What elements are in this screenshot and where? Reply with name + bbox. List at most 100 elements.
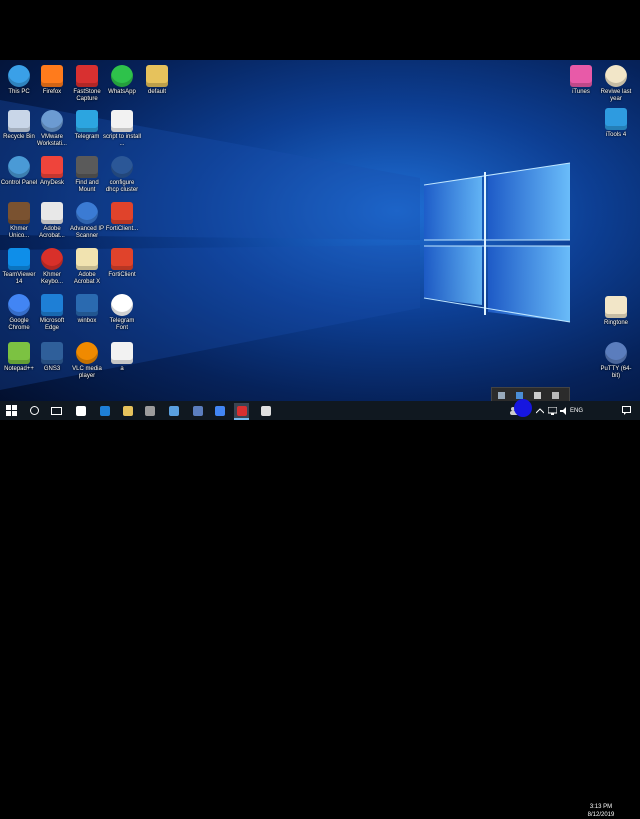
desktop-icon[interactable]: GNS3: [33, 342, 71, 373]
acrobat-x-icon: [76, 248, 98, 270]
taskbar-button[interactable]: [97, 403, 112, 418]
desktop-icon-label: Adobe Acrobat...: [39, 226, 65, 239]
text-file-icon: [111, 110, 133, 132]
pdf-icon: [41, 248, 63, 270]
desktop-icon-label: Find and Mount: [75, 180, 99, 193]
taskbar-button[interactable]: [234, 403, 249, 420]
itunes-icon: [570, 65, 592, 87]
desktop-icon-label: default: [147, 89, 166, 95]
edge-icon: [41, 294, 63, 316]
desktop-icon[interactable]: PuTTY (64-bit): [597, 342, 635, 380]
forticlient-icon: [111, 202, 133, 224]
faststone-capture-icon: [76, 65, 98, 87]
desktop-icon[interactable]: winbox: [68, 294, 106, 325]
desktop-icon[interactable]: VLC media player: [68, 342, 106, 380]
desktop-icon[interactable]: Telegram: [68, 110, 106, 141]
recycle-bin-icon: [8, 110, 30, 132]
khmer-unicode-icon: [8, 202, 30, 224]
desktop-icon[interactable]: FortiClient...: [103, 202, 141, 233]
desktop-icon[interactable]: iTools 4: [597, 108, 635, 139]
desktop-icon[interactable]: Reviwe last year: [597, 65, 635, 103]
clock[interactable]: 3:13 PM 8/12/2019: [582, 803, 620, 819]
desktop-icon[interactable]: VMware Workstati...: [33, 110, 71, 148]
desktop-icon-label: Ringtone: [603, 320, 629, 326]
firefox-icon: [41, 65, 63, 87]
desktop-icon[interactable]: FortiClient: [103, 248, 141, 279]
control-panel-icon: [8, 156, 30, 178]
monitor-icon[interactable]: [498, 392, 505, 399]
taskbar-button[interactable]: [49, 403, 64, 418]
desktop-icon-label: WhatsApp: [108, 89, 136, 95]
desktop-icon[interactable]: Firefox: [33, 65, 71, 96]
desktop-icon[interactable]: configure dhcp cluster: [103, 156, 141, 194]
network-app-icon[interactable]: [516, 392, 523, 399]
desktop-icon-label: Telegram: [74, 134, 100, 140]
terminal-icon[interactable]: [534, 392, 541, 399]
folder-icon: [146, 65, 168, 87]
taskbar-button[interactable]: [120, 403, 135, 418]
vmware-icon: [41, 110, 63, 132]
desktop-icon-label: FastStone Capture: [73, 89, 101, 102]
notepadpp-icon: [8, 342, 30, 364]
taskbar-button[interactable]: [166, 403, 181, 418]
desktop-icon-label: a: [120, 366, 124, 372]
desktop-icon-label: Advanced IP Scanner: [69, 226, 105, 239]
desktop-icon-label: VMware Workstati...: [37, 134, 67, 147]
itools-icon: [605, 108, 627, 130]
taskbar-button[interactable]: [212, 403, 227, 418]
computer-icon: [8, 65, 30, 87]
desktop-icon[interactable]: Find and Mount: [68, 156, 106, 194]
file-icon: [111, 342, 133, 364]
action-center-button[interactable]: [622, 405, 631, 416]
gns3-icon: [41, 342, 63, 364]
desktop-icon-label: Khmer Keybo...: [40, 272, 63, 285]
file-explorer-icon: [122, 405, 133, 416]
acrobat-icon: [260, 405, 271, 416]
tray-volume-icon[interactable]: [560, 405, 569, 416]
acrobat-icon: [41, 202, 63, 224]
tray-expand-arrow[interactable]: [536, 405, 544, 416]
desktop-icon[interactable]: Ringtone: [597, 296, 635, 327]
desktop-icon[interactable]: Telegram Font: [103, 294, 141, 332]
desktop-icon[interactable]: WhatsApp: [103, 65, 141, 96]
task-view-icon: [51, 406, 62, 415]
language-indicator[interactable]: ENG: [570, 405, 583, 416]
desktop-icon[interactable]: script to install ...: [103, 110, 141, 148]
desktop-icon-label: Firefox: [42, 89, 62, 95]
forticlient-icon: [111, 248, 133, 270]
clock-date: 8/12/2019: [587, 812, 615, 818]
winbox-icon: [76, 294, 98, 316]
desktop-icon[interactable]: a: [103, 342, 141, 373]
desktop-icon[interactable]: Adobe Acrobat X: [68, 248, 106, 286]
tray-network-icon[interactable]: [548, 405, 557, 416]
document-icon: [605, 65, 627, 87]
ip-scanner-icon: [76, 202, 98, 224]
mail-icon: [75, 405, 86, 416]
taskbar-button[interactable]: [190, 403, 205, 418]
telegram-icon: [76, 110, 98, 132]
usb-icon[interactable]: [552, 392, 559, 399]
desktop-icon-label: Microsoft Edge: [39, 318, 65, 331]
clock-time: 3:13 PM: [589, 804, 613, 810]
putty-icon: [192, 405, 203, 416]
desktop-icon[interactable]: Advanced IP Scanner: [68, 202, 106, 240]
windows-start-button[interactable]: [4, 403, 19, 418]
taskbar-button[interactable]: [27, 403, 42, 418]
faststone-capture-icon: [236, 405, 247, 416]
taskbar-button[interactable]: [73, 403, 88, 418]
taskbar-button[interactable]: [258, 403, 273, 418]
desktop-icon-label: VLC media player: [72, 366, 102, 379]
desktop-icon[interactable]: AnyDesk: [33, 156, 71, 187]
desktop-icon[interactable]: iTunes: [562, 65, 600, 96]
desktop-icon[interactable]: default: [138, 65, 176, 96]
desktop-icon[interactable]: FastStone Capture: [68, 65, 106, 103]
desktop-icon[interactable]: Adobe Acrobat...: [33, 202, 71, 240]
desktop-icon-label: FortiClient: [108, 272, 136, 278]
find-mount-icon: [76, 156, 98, 178]
desktop-icon[interactable]: Khmer Keybo...: [33, 248, 71, 286]
taskbar-button[interactable]: [142, 403, 157, 418]
notification-icon: [622, 406, 631, 415]
desktop-icon-label: Adobe Acrobat X: [73, 272, 101, 285]
desktop-icon-label: iTunes: [572, 89, 590, 95]
desktop-icon[interactable]: Microsoft Edge: [33, 294, 71, 332]
